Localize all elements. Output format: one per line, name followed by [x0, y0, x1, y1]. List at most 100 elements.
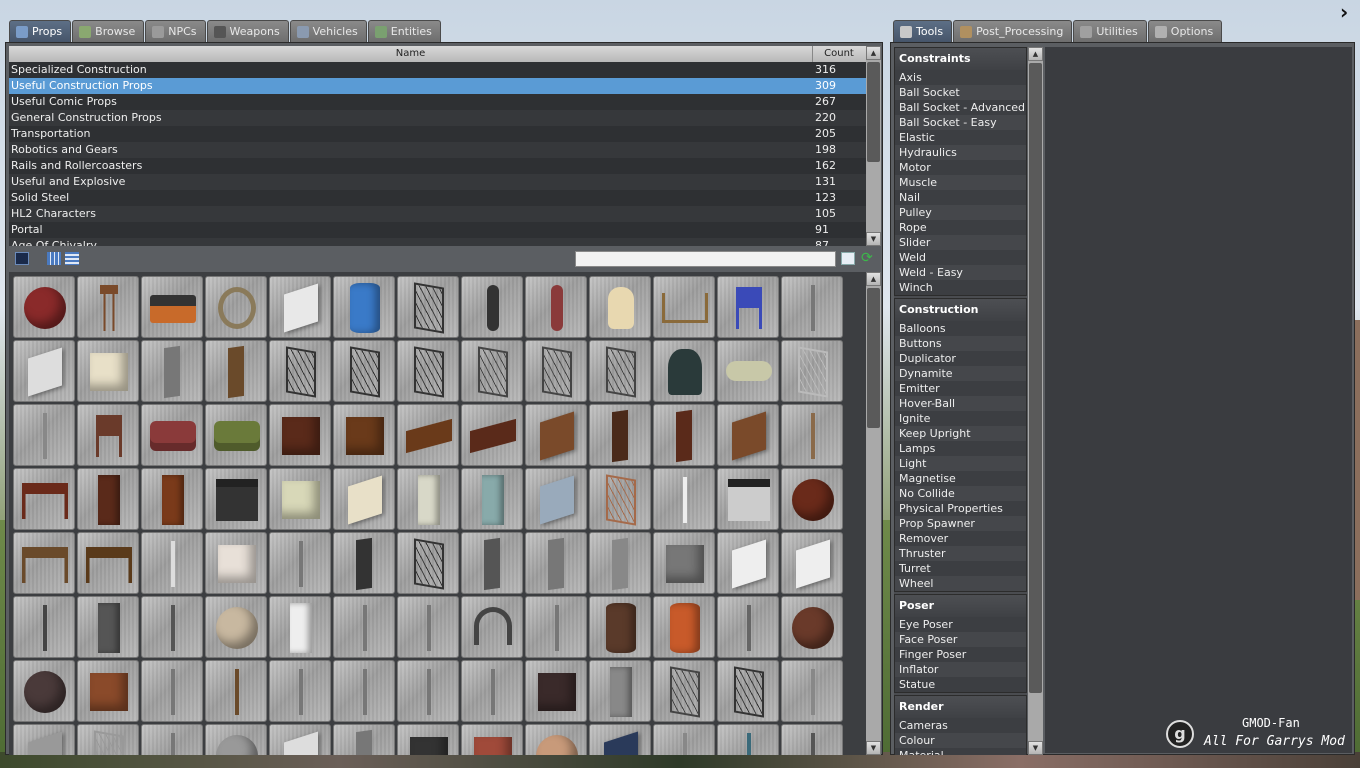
- prop-icon[interactable]: [589, 340, 651, 402]
- column-header-count[interactable]: Count: [813, 46, 865, 62]
- prop-icon[interactable]: [717, 660, 779, 722]
- grid-scrollbar[interactable]: ▲ ▼: [866, 272, 881, 755]
- prop-icon[interactable]: [13, 468, 75, 530]
- tool-item[interactable]: Nail: [895, 190, 1026, 205]
- tool-item[interactable]: Lamps: [895, 441, 1026, 456]
- prop-icon[interactable]: [461, 468, 523, 530]
- prop-icon[interactable]: [205, 468, 267, 530]
- prop-icon[interactable]: [397, 276, 459, 338]
- category-header[interactable]: Constraints: [895, 48, 1026, 70]
- prop-icon[interactable]: [333, 660, 395, 722]
- tool-item[interactable]: Duplicator: [895, 351, 1026, 366]
- prop-icon[interactable]: [525, 340, 587, 402]
- tool-item[interactable]: Face Poser: [895, 632, 1026, 647]
- table-row[interactable]: Portal 91: [9, 222, 881, 238]
- tool-item[interactable]: Magnetise: [895, 471, 1026, 486]
- prop-icon[interactable]: [525, 468, 587, 530]
- prop-icon[interactable]: [77, 660, 139, 722]
- table-row[interactable]: Age Of Chivalry 87: [9, 238, 881, 246]
- tool-item[interactable]: Buttons: [895, 336, 1026, 351]
- tool-item[interactable]: Axis: [895, 70, 1026, 85]
- prop-icon[interactable]: [397, 340, 459, 402]
- prop-icon[interactable]: [781, 468, 843, 530]
- prop-icon[interactable]: [269, 532, 331, 594]
- prop-icon[interactable]: [269, 340, 331, 402]
- prop-icon[interactable]: [717, 596, 779, 658]
- table-row[interactable]: Transportation 205: [9, 126, 881, 142]
- prop-icon[interactable]: [77, 532, 139, 594]
- prop-icon[interactable]: [717, 340, 779, 402]
- tool-item[interactable]: Cameras: [895, 718, 1026, 733]
- prop-icon[interactable]: [781, 340, 843, 402]
- tool-tree-scrollbar[interactable]: ▲ ▼: [1028, 47, 1043, 755]
- prop-icon[interactable]: [525, 276, 587, 338]
- prop-icon[interactable]: [141, 596, 203, 658]
- scroll-thumb[interactable]: [1029, 63, 1042, 693]
- prop-icon[interactable]: [717, 404, 779, 466]
- prop-icon[interactable]: [781, 404, 843, 466]
- list-view-icon[interactable]: [65, 252, 79, 265]
- prop-icon[interactable]: [717, 468, 779, 530]
- prop-icon[interactable]: [589, 532, 651, 594]
- prop-icon[interactable]: [589, 468, 651, 530]
- prop-icon[interactable]: [461, 724, 523, 755]
- prop-icon[interactable]: [205, 532, 267, 594]
- tool-item[interactable]: Rope: [895, 220, 1026, 235]
- tab-npcs[interactable]: NPCs: [145, 20, 206, 42]
- tool-item[interactable]: Weld: [895, 250, 1026, 265]
- prop-icon[interactable]: [141, 404, 203, 466]
- prop-icon[interactable]: [13, 276, 75, 338]
- search-page-icon[interactable]: [841, 252, 855, 265]
- prop-icon[interactable]: [77, 340, 139, 402]
- prop-icon[interactable]: [653, 468, 715, 530]
- prop-icon[interactable]: [333, 468, 395, 530]
- scroll-up-icon[interactable]: ▲: [1028, 47, 1043, 61]
- category-header[interactable]: Poser: [895, 595, 1026, 617]
- prop-icon[interactable]: [653, 596, 715, 658]
- tool-item[interactable]: Ball Socket - Easy: [895, 115, 1026, 130]
- tab-weapons[interactable]: Weapons: [206, 20, 289, 42]
- prop-icon[interactable]: [461, 596, 523, 658]
- prop-icon[interactable]: [141, 340, 203, 402]
- prop-icon[interactable]: [397, 596, 459, 658]
- close-arrow-icon[interactable]: ›: [1340, 0, 1360, 24]
- prop-icon[interactable]: [13, 404, 75, 466]
- prop-icon[interactable]: [461, 660, 523, 722]
- tooltab-utilities[interactable]: Utilities: [1073, 20, 1147, 42]
- prop-icon[interactable]: [589, 276, 651, 338]
- prop-icon[interactable]: [717, 532, 779, 594]
- prop-icon[interactable]: [141, 660, 203, 722]
- prop-icon[interactable]: [141, 724, 203, 755]
- table-row[interactable]: Specialized Construction 316: [9, 62, 881, 78]
- prop-icon[interactable]: [589, 660, 651, 722]
- tool-item[interactable]: Winch: [895, 280, 1026, 295]
- tool-item[interactable]: Slider: [895, 235, 1026, 250]
- prop-icon[interactable]: [333, 404, 395, 466]
- table-row[interactable]: Useful Construction Props 309: [9, 78, 881, 94]
- prop-icon[interactable]: [77, 404, 139, 466]
- tool-item[interactable]: Finger Poser: [895, 647, 1026, 662]
- prop-icon[interactable]: [205, 340, 267, 402]
- prop-icon[interactable]: [397, 660, 459, 722]
- tool-item[interactable]: Colour: [895, 733, 1026, 748]
- prop-icon[interactable]: [397, 404, 459, 466]
- prop-icon[interactable]: [141, 468, 203, 530]
- scroll-thumb[interactable]: [867, 62, 880, 162]
- prop-icon[interactable]: [333, 724, 395, 755]
- scroll-down-icon[interactable]: ▼: [866, 232, 881, 246]
- prop-icon[interactable]: [13, 532, 75, 594]
- prop-icon[interactable]: [333, 596, 395, 658]
- prop-icon[interactable]: [781, 532, 843, 594]
- column-header-name[interactable]: Name: [9, 46, 813, 62]
- prop-icon[interactable]: [205, 660, 267, 722]
- tool-item[interactable]: Light: [895, 456, 1026, 471]
- tooltab-tools[interactable]: Tools: [893, 20, 953, 42]
- table-row[interactable]: Rails and Rollercoasters 162: [9, 158, 881, 174]
- prop-icon[interactable]: [13, 724, 75, 755]
- prop-icon[interactable]: [13, 340, 75, 402]
- prop-icon[interactable]: [653, 660, 715, 722]
- scroll-up-icon[interactable]: ▲: [866, 272, 881, 286]
- prop-icon[interactable]: [461, 404, 523, 466]
- prop-icon[interactable]: [525, 404, 587, 466]
- prop-icon[interactable]: [781, 596, 843, 658]
